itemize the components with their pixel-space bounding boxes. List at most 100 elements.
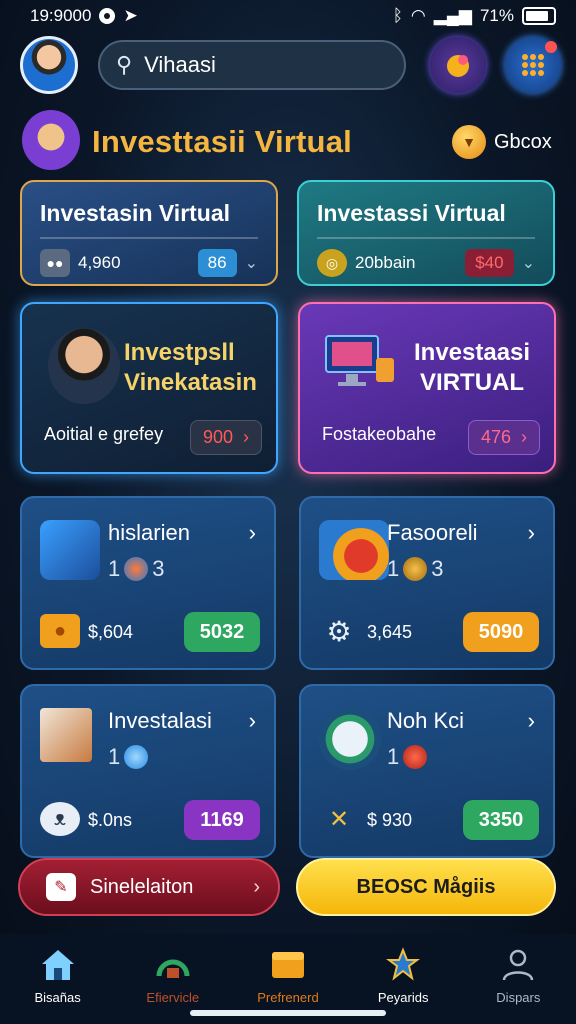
game-card[interactable]: hislarien › 1 3 ● $,604 5032 — [20, 496, 276, 670]
document-icon — [40, 708, 92, 762]
count-a: 1 — [387, 556, 400, 581]
game-price: $,604 — [88, 622, 134, 642]
ball-icon — [403, 745, 428, 769]
page-title: Investtasii Virtual — [92, 124, 352, 159]
feature-heading-line2: VIRTUAL — [420, 369, 525, 396]
chevron-right-icon[interactable]: › — [528, 708, 535, 734]
status-time: 19:9000 — [30, 6, 92, 25]
game-count: 1 3 — [108, 556, 165, 582]
feature-price: 900 — [202, 427, 233, 447]
game-price: $ 930 — [367, 810, 413, 830]
ball-icon — [403, 557, 428, 581]
trophy-icon — [386, 947, 421, 981]
gbox-label: Gbcox — [494, 130, 552, 153]
ball-icon — [124, 557, 149, 581]
game-card[interactable]: Investalasi › 1 ᴥ $.0ns 1169 — [20, 684, 276, 858]
tools-icon: ✕ — [328, 805, 350, 833]
count-b: 3 — [152, 556, 165, 581]
search-icon: ⚲ — [116, 52, 133, 77]
feature-heading-line1: Investpsll — [124, 339, 235, 366]
game-name: Fasooreli — [387, 520, 478, 545]
game-price: $.0ns — [88, 810, 133, 830]
feature-heading-line2: Vinekatasin — [124, 369, 257, 396]
coin-icon: ▼ — [452, 125, 486, 159]
home-icon — [41, 950, 74, 980]
gbox-button[interactable]: ▼ Gbcox — [452, 125, 552, 159]
status-bar: 19:9000 ➤ ᛒ ◠ ▂▄▆ 71% — [0, 0, 576, 32]
game-buy-button[interactable]: 5090 — [463, 612, 539, 652]
simulation-button[interactable]: ✎ Sinelelaiton › — [18, 858, 280, 916]
nav-item-home[interactable]: Bisañas — [8, 946, 108, 1024]
game-count: 1 — [108, 744, 152, 770]
rewards-button[interactable] — [430, 37, 486, 93]
game-buy-button[interactable]: 3350 — [463, 800, 539, 840]
game-buy-button[interactable]: 1169 — [184, 800, 260, 840]
chevron-right-icon[interactable]: › — [249, 708, 256, 734]
chevron-down-icon[interactable]: ⌄ — [245, 253, 258, 273]
wifi-icon: ◠ — [410, 6, 426, 25]
nav-item-profile[interactable]: Dispars — [468, 946, 568, 1024]
feature-price-button[interactable]: 476 › — [467, 420, 540, 455]
summary-card-2[interactable]: Investassi Virtual ◎ 20bbain $40 ⌄ — [297, 180, 555, 286]
game-count: 1 3 — [387, 556, 444, 582]
count-a: 1 — [387, 744, 400, 769]
nav-label: Efiervicle — [146, 990, 200, 1005]
gamepad-icon: ●● — [40, 249, 70, 277]
cat-icon: ᴥ — [40, 802, 80, 836]
chevron-right-icon: › — [253, 875, 260, 898]
mascot-icon — [22, 110, 80, 170]
ticket-icon: ✎ — [46, 873, 76, 901]
apps-button[interactable] — [505, 37, 561, 93]
feature-price: 476 — [480, 427, 511, 447]
search-input[interactable] — [144, 52, 433, 78]
nav-label: Bisañas — [34, 990, 81, 1005]
gauge-icon — [156, 959, 190, 978]
battery-level: 71% — [479, 6, 514, 25]
feature-card-2[interactable]: Investaasi VIRTUAL Fostakeobahe 476 › — [298, 302, 556, 474]
location-icon: ➤ — [123, 6, 138, 25]
summary-value: 4,960 — [78, 253, 121, 272]
summary-card-1[interactable]: Investasin Virtual ●● 4,960 86 ⌄ — [20, 180, 278, 286]
grid-icon — [522, 54, 544, 76]
feature-heading-line1: Investaasi — [414, 339, 531, 366]
chevron-right-icon[interactable]: › — [249, 520, 256, 546]
game-buy-button[interactable]: 5032 — [184, 612, 260, 652]
boost-label: BEOSC Mågiis — [356, 875, 496, 898]
feature-subtitle: Aoitial e grefey — [44, 424, 164, 444]
summary-value: 20bbain — [355, 253, 416, 272]
avatar[interactable] — [20, 36, 78, 94]
robot-icon — [319, 708, 381, 770]
game-price: 3,645 — [367, 622, 413, 642]
bluetooth-icon: ᛒ — [392, 6, 403, 25]
ball-icon — [124, 745, 149, 769]
summary-tag: 86 — [197, 249, 237, 277]
boost-button[interactable]: BEOSC Mågiis — [296, 858, 556, 916]
game-card[interactable]: Fasooreli › 1 3 ⚙ 3,645 5090 — [299, 496, 555, 670]
home-indicator[interactable] — [190, 1010, 386, 1016]
computer-icon — [325, 335, 394, 386]
count-a: 1 — [108, 744, 121, 769]
simulation-label: Sinelelaiton — [90, 875, 194, 898]
search-bar[interactable]: ⚲ — [98, 40, 433, 90]
feature-price-button[interactable]: 900 › — [189, 420, 262, 455]
game-name: Investalasi — [108, 708, 212, 733]
divider — [317, 237, 535, 239]
game-card[interactable]: Noh Kci › 1 ✕ $ 930 3350 — [299, 684, 555, 858]
count-a: 1 — [108, 556, 121, 581]
coin-icon: ◎ — [317, 249, 347, 277]
divider — [40, 237, 258, 239]
target-icon — [319, 520, 389, 580]
nav-label: Peyarids — [377, 990, 429, 1005]
chevron-right-icon[interactable]: › — [528, 520, 535, 546]
feature-card-1[interactable]: Investpsll Vinekatasin Aoitial e grefey … — [20, 302, 278, 474]
summary-title: Investassi Virtual — [317, 200, 506, 226]
notification-badge — [545, 41, 557, 53]
investor-portrait — [48, 328, 120, 404]
tablet-icon — [40, 520, 100, 580]
gear-icon: ⚙ — [326, 615, 352, 647]
wallet-icon — [271, 952, 304, 978]
summary-title: Investasin Virtual — [40, 200, 231, 226]
chevron-down-icon[interactable]: ⌄ — [522, 253, 535, 273]
nav-label: Prefrenerd — [257, 990, 319, 1005]
count-b: 3 — [431, 556, 444, 581]
